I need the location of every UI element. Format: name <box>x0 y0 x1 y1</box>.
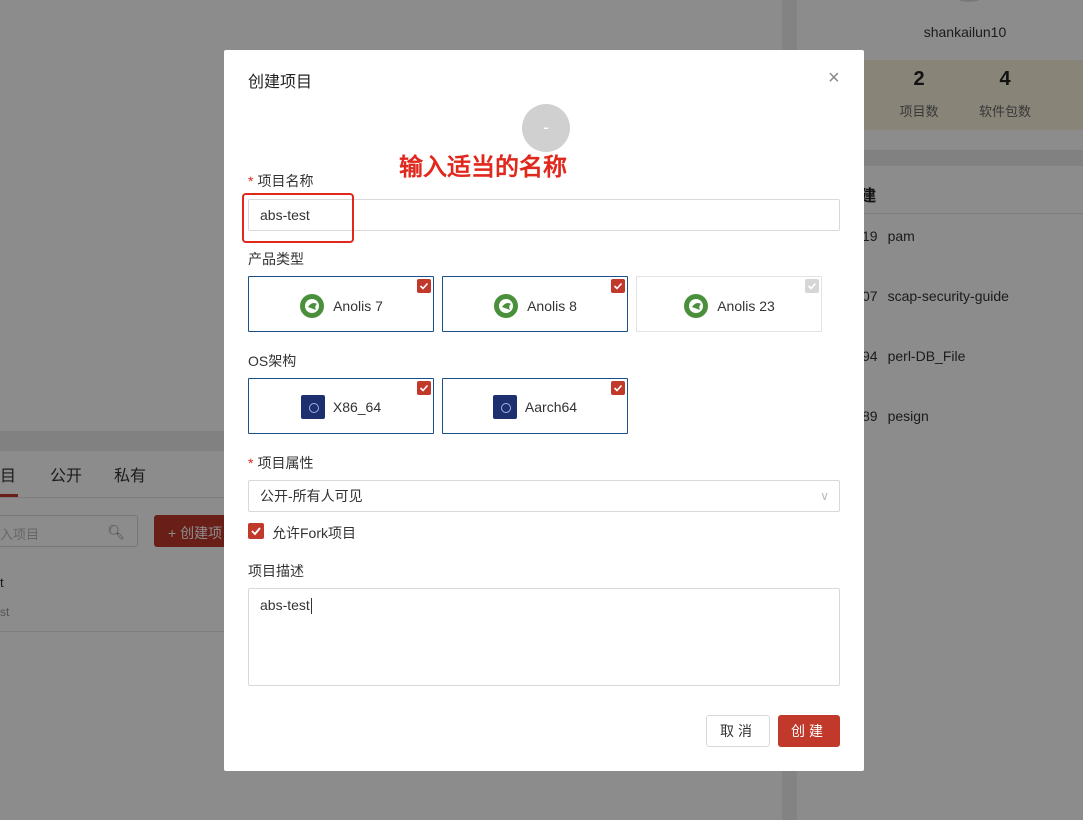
product-option-anolis-8[interactable]: Anolis 8 <box>442 276 628 332</box>
checked-corner-icon <box>417 381 431 395</box>
project-desc-label: 项目描述 <box>248 563 304 579</box>
arch-option-aarch64[interactable]: Aarch64 <box>442 378 628 434</box>
product-option-anolis-7[interactable]: Anolis 7 <box>248 276 434 332</box>
desc-value: abs-test <box>260 597 310 613</box>
allow-fork-label[interactable]: 允许Fork项目 <box>272 523 356 543</box>
unchecked-corner-icon <box>805 279 819 293</box>
select-value: 公开-所有人可见 <box>260 488 363 504</box>
project-name-label-text: 项目名称 <box>257 173 314 189</box>
cancel-button[interactable]: 取消 <box>706 715 770 747</box>
create-button[interactable]: 创建 <box>778 715 840 747</box>
product-option-label: Anolis 23 <box>717 298 775 314</box>
anolis-logo-icon <box>299 293 325 319</box>
project-desc-textarea[interactable]: abs-test <box>248 588 840 686</box>
os-arch-label: OS架构 <box>248 353 297 369</box>
close-icon[interactable]: × <box>828 68 840 88</box>
cpu-chip-icon <box>492 395 517 419</box>
project-name-label: * 项目名称 <box>248 173 314 189</box>
product-type-label: 产品类型 <box>248 251 304 267</box>
create-project-dialog: 创建项目 × - 输入适当的名称 * 项目名称 abs-test 产品类型 Ano… <box>224 50 864 771</box>
product-option-anolis-23[interactable]: Anolis 23 <box>636 276 822 332</box>
anolis-logo-icon <box>493 293 519 319</box>
project-visibility-select[interactable]: 公开-所有人可见 ∨ <box>248 480 840 512</box>
allow-fork-checkbox[interactable] <box>248 523 264 539</box>
arch-option-label: Aarch64 <box>524 399 578 415</box>
arch-option-label: X86_64 <box>332 399 382 415</box>
annotation-highlight-box <box>242 193 354 243</box>
cpu-chip-icon <box>300 395 325 419</box>
product-option-label: Anolis 8 <box>527 298 577 314</box>
chevron-down-icon: ∨ <box>820 489 829 503</box>
checked-corner-icon <box>611 381 625 395</box>
dialog-title: 创建项目 <box>248 74 313 91</box>
project-attr-label-text: 项目属性 <box>257 455 314 471</box>
anolis-logo-icon <box>683 293 709 319</box>
arch-option-x86-64[interactable]: X86_64 <box>248 378 434 434</box>
product-option-label: Anolis 7 <box>333 298 383 314</box>
instruction-annotation: 输入适当的名称 <box>399 154 567 181</box>
checked-corner-icon <box>417 279 431 293</box>
project-attr-label: * 项目属性 <box>248 455 314 471</box>
text-caret <box>310 598 312 615</box>
project-avatar-placeholder[interactable]: - <box>522 104 570 152</box>
checked-corner-icon <box>611 279 625 293</box>
